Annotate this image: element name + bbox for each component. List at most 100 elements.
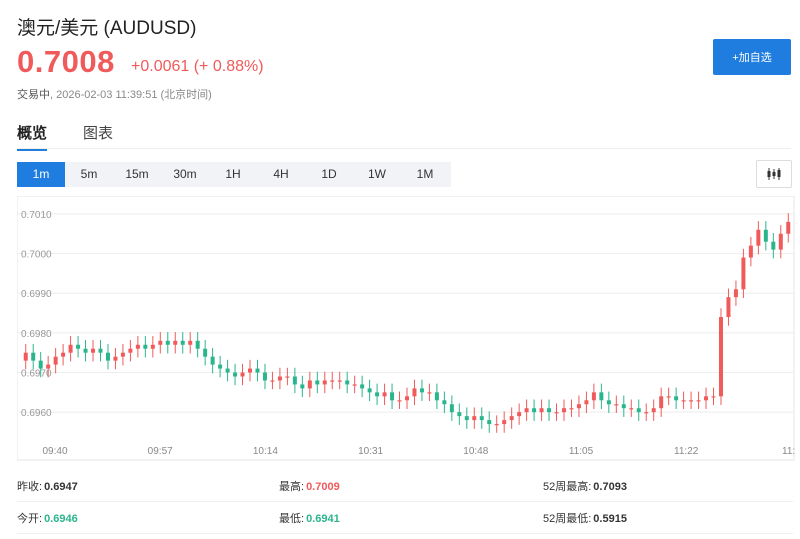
candle-body — [23, 352, 28, 361]
x-tick-label: 11:22 — [674, 446, 699, 457]
candle-body — [83, 348, 88, 353]
candle-body — [718, 317, 723, 397]
candle-body — [105, 352, 110, 361]
candle-body — [599, 392, 604, 401]
candle-body — [300, 384, 305, 389]
stats-row: 今开: 0.6946 最低: 0.6941 52周最低: 0.5915 — [17, 502, 793, 534]
candle-body — [367, 388, 372, 393]
candle-body — [255, 368, 260, 373]
price-change: +0.0061 (+ 0.88%) — [131, 58, 264, 75]
candle-body — [674, 396, 679, 401]
candle-body — [68, 344, 73, 353]
tab-chart[interactable]: 图表 — [83, 122, 113, 151]
chart-grid — [17, 213, 795, 413]
candle-body — [704, 396, 709, 401]
candle-body — [748, 245, 753, 258]
candle-body — [165, 340, 170, 345]
price-chart[interactable]: 0.7010 0.7000 0.6990 0.6980 0.6970 0.6960 09:… — [17, 196, 795, 461]
candle-body — [61, 352, 66, 357]
tab-overview[interactable]: 概览 — [17, 122, 48, 151]
candle-body — [576, 404, 581, 409]
candlestick-icon — [767, 168, 781, 180]
candle-body — [292, 376, 297, 385]
candle-body — [457, 412, 462, 417]
candle-body — [472, 416, 477, 421]
candle-body — [651, 408, 656, 413]
candle-body — [352, 384, 357, 386]
candle-body — [360, 384, 365, 389]
candle-body — [449, 404, 454, 413]
x-tick-label: 09:57 — [148, 446, 173, 457]
period-30m[interactable]: 30m — [161, 162, 209, 187]
candle-body — [621, 404, 626, 409]
candle-body — [681, 400, 686, 402]
candle-body — [524, 408, 529, 413]
instrument-title: 澳元/美元 (AUDUSD) — [17, 18, 197, 39]
candle-body — [778, 233, 783, 250]
chart-type-button[interactable] — [756, 160, 792, 188]
x-tick-label: 10:48 — [463, 446, 488, 457]
x-tick-label: 09:40 — [42, 446, 67, 457]
y-tick-label: 0.7000 — [21, 250, 52, 261]
stat-day-low: 最低: 0.6941 — [279, 513, 340, 525]
candle-body — [412, 388, 417, 397]
x-tick-label: 10:14 — [253, 446, 278, 457]
candle-body — [554, 412, 559, 414]
candle-body — [509, 416, 514, 421]
period-5m[interactable]: 5m — [65, 162, 113, 187]
period-1mo[interactable]: 1M — [401, 162, 449, 187]
candle-body — [53, 356, 58, 365]
candle-body — [195, 340, 200, 349]
candle-body — [225, 368, 230, 373]
tabs-divider — [17, 148, 791, 149]
candle-body — [173, 340, 178, 345]
candle-body — [31, 352, 36, 361]
candle-body — [786, 221, 791, 234]
candle-body — [135, 344, 140, 349]
x-axis: 09:40 09:57 10:14 10:31 10:48 11:05 11:22 11:3 — [42, 446, 795, 457]
stat-open: 今开: 0.6946 — [17, 513, 78, 525]
candle-body — [91, 348, 96, 353]
period-1w[interactable]: 1W — [353, 162, 401, 187]
candle-body — [188, 340, 193, 345]
status-label: 交易中 — [17, 89, 50, 101]
trade-status: 交易中, 2026-02-03 11:39:51 (北京时间) — [17, 89, 212, 101]
candle-body — [203, 348, 208, 357]
candle-body — [150, 344, 155, 349]
candle-body — [113, 356, 118, 361]
candle-body — [143, 344, 148, 349]
candle-body — [248, 368, 253, 373]
stat-prev-close: 昨收: 0.6947 — [17, 481, 78, 493]
candle-body — [240, 372, 245, 377]
candle-body — [591, 392, 596, 401]
candle-body — [330, 380, 335, 382]
add-watchlist-button[interactable]: +加自选 — [713, 39, 791, 75]
period-1m[interactable]: 1m — [17, 162, 65, 187]
candle-body — [502, 420, 507, 425]
candle-body — [375, 392, 380, 397]
period-1h[interactable]: 1H — [209, 162, 257, 187]
candle-body — [741, 257, 746, 290]
candle-body — [210, 356, 215, 365]
period-15m[interactable]: 15m — [113, 162, 161, 187]
candle-body — [494, 424, 499, 426]
candle-body — [666, 396, 671, 398]
candle-body — [322, 380, 327, 385]
candle-body — [285, 376, 290, 378]
candle-body — [128, 348, 133, 353]
candle-body — [584, 400, 589, 405]
candle-body — [434, 392, 439, 401]
period-4h[interactable]: 4H — [257, 162, 305, 187]
candle-body — [427, 392, 432, 394]
period-1d[interactable]: 1D — [305, 162, 353, 187]
candle-body — [345, 380, 350, 385]
candle-body — [262, 372, 267, 381]
stat-day-high: 最高: 0.7009 — [279, 481, 340, 493]
candle-body — [517, 412, 522, 417]
candle-body — [636, 408, 641, 413]
candle-body — [382, 392, 387, 397]
candle-body — [539, 408, 544, 413]
candle-body — [464, 416, 469, 421]
candle-body — [614, 404, 619, 406]
candle-body — [689, 400, 694, 402]
